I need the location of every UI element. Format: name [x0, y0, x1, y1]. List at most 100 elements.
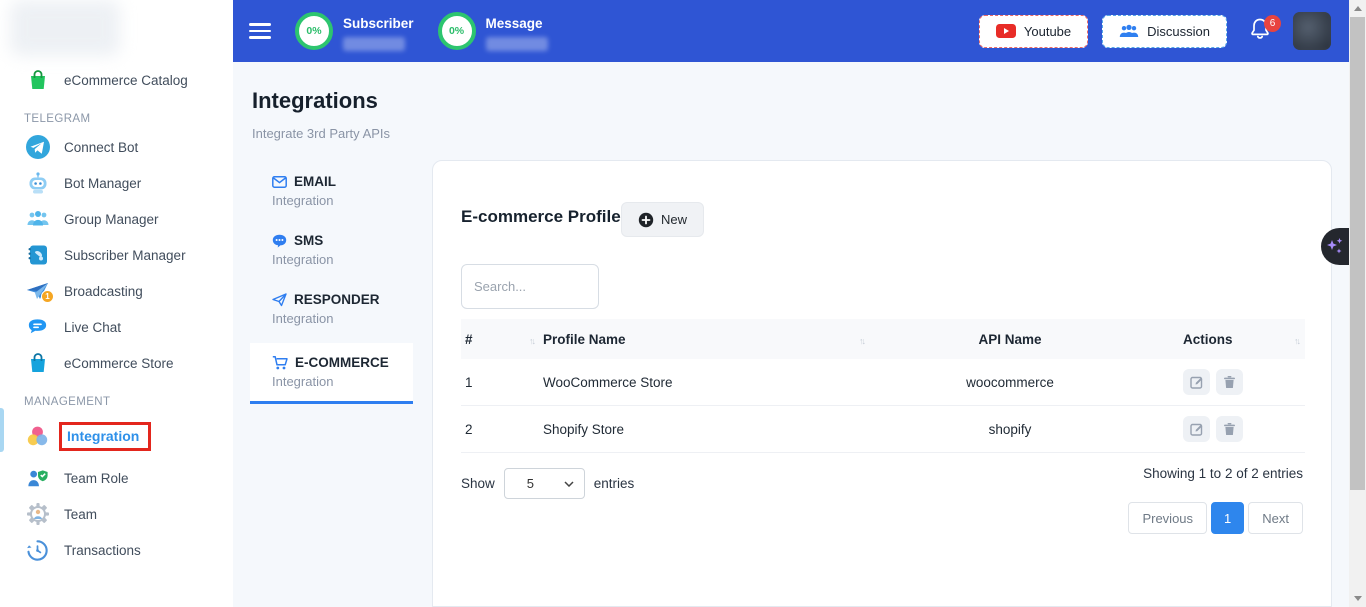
page-size-select[interactable]: 5	[504, 468, 585, 499]
sidebar-item-ecommerce-catalog[interactable]: eCommerce Catalog	[0, 62, 233, 98]
sidebar-item-ecommerce-store[interactable]: eCommerce Store	[0, 345, 233, 381]
sidebar-item-label: Subscriber Manager	[64, 248, 186, 263]
subscriber-stat-value-blurred	[343, 37, 405, 51]
subnav-subtitle: Integration	[272, 374, 413, 389]
subnav-responder-integration[interactable]: RESPONDER Integration	[250, 284, 413, 336]
sidebar-item-broadcasting[interactable]: 1 Broadcasting	[0, 273, 233, 309]
cart-icon	[272, 356, 288, 370]
sort-icon[interactable]: ↑↓	[859, 336, 870, 346]
panel-title: E-commerce Profile	[461, 207, 621, 227]
scroll-up-arrow[interactable]	[1349, 0, 1366, 17]
subnav-ecommerce-integration[interactable]: E-COMMERCE Integration	[250, 343, 413, 404]
integration-subnav: EMAIL Integration SMS Integration RESPON…	[250, 166, 413, 411]
discussion-button[interactable]: Discussion	[1102, 15, 1227, 48]
scroll-down-arrow[interactable]	[1349, 590, 1366, 607]
profile-name-cell: Shopify Store	[540, 422, 870, 437]
search-input[interactable]	[461, 264, 599, 309]
trash-icon	[1223, 422, 1236, 436]
youtube-icon	[996, 24, 1016, 38]
table-header-row: # ↑↓ Profile Name ↑↓ API Name Actions ↑↓	[461, 319, 1305, 359]
broadcast-plane-icon: 1	[24, 278, 51, 305]
sparkles-icon	[1325, 236, 1345, 258]
column-header-api-name[interactable]: API Name	[870, 332, 1150, 347]
show-label: Show	[461, 476, 495, 491]
sidebar-item-subscriber-manager[interactable]: Subscriber Manager	[0, 237, 233, 273]
page-size-control: Show 5 entries	[461, 468, 634, 499]
sidebar-item-team-role[interactable]: Team Role	[0, 460, 233, 496]
previous-page-button[interactable]: Previous	[1128, 502, 1207, 534]
store-bag-icon	[24, 350, 51, 377]
sort-icon[interactable]: ↑↓	[1294, 336, 1305, 346]
active-indicator	[0, 408, 4, 452]
app-logo	[10, 0, 120, 56]
subnav-title: SMS	[294, 233, 323, 248]
sidebar-item-transactions[interactable]: Transactions	[0, 532, 233, 568]
profile-name-cell: WooCommerce Store	[540, 375, 870, 390]
edit-pencil-icon	[1190, 422, 1204, 436]
clock-history-icon	[24, 537, 51, 564]
integration-circles-icon	[24, 423, 51, 450]
sidebar-item-label: Transactions	[64, 543, 141, 558]
message-stat-value-blurred	[486, 37, 548, 51]
sidebar-item-team[interactable]: Team	[0, 496, 233, 532]
sidebar-item-bot-manager[interactable]: Bot Manager	[0, 165, 233, 201]
vertical-scrollbar	[1349, 0, 1366, 607]
sidebar-item-label: Broadcasting	[64, 284, 143, 299]
sidebar-item-connect-bot[interactable]: Connect Bot	[0, 129, 233, 165]
person-shield-icon	[24, 465, 51, 492]
delete-button[interactable]	[1216, 416, 1243, 442]
annotation-highlight-box: Integration	[59, 422, 151, 451]
hamburger-menu-icon[interactable]	[249, 19, 271, 43]
next-page-button[interactable]: Next	[1248, 502, 1303, 534]
entries-summary: Showing 1 to 2 of 2 entries	[1143, 466, 1303, 481]
page-title: Integrations	[252, 88, 378, 114]
new-profile-button[interactable]: New	[621, 202, 704, 237]
subnav-title: E-COMMERCE	[295, 355, 389, 370]
notifications-button[interactable]: 6	[1249, 17, 1271, 46]
sidebar-item-integration[interactable]: Integration	[0, 412, 233, 460]
api-name-cell: woocommerce	[870, 375, 1150, 390]
subnav-title: RESPONDER	[294, 292, 380, 307]
page-subtitle: Integrate 3rd Party APIs	[252, 126, 390, 141]
ecommerce-profile-panel: E-commerce Profile New # ↑↓ Profile Name…	[432, 160, 1332, 607]
sidebar-item-label: Team	[64, 507, 97, 522]
subnav-sms-integration[interactable]: SMS Integration	[250, 225, 413, 277]
subscriber-stat: 0% Subscriber	[295, 12, 414, 51]
contact-book-icon	[24, 242, 51, 269]
edit-pencil-icon	[1190, 375, 1204, 389]
current-page-button[interactable]: 1	[1211, 502, 1244, 534]
sidebar-item-live-chat[interactable]: Live Chat	[0, 309, 233, 345]
youtube-button[interactable]: Youtube	[979, 15, 1088, 48]
notification-count-badge: 6	[1264, 15, 1281, 32]
delete-button[interactable]	[1216, 369, 1243, 395]
api-name-cell: shopify	[870, 422, 1150, 437]
page-size-value: 5	[527, 476, 534, 491]
subscriber-stat-label: Subscriber	[343, 16, 414, 31]
subscriber-progress-ring: 0%	[295, 12, 333, 50]
column-header-profile-name[interactable]: Profile Name	[543, 332, 626, 347]
scrollbar-thumb[interactable]	[1350, 17, 1365, 490]
table-row: 2 Shopify Store shopify	[461, 406, 1305, 453]
sidebar-item-label: Integration	[67, 428, 139, 444]
broadcasting-badge: 1	[41, 290, 54, 303]
discussion-group-icon	[1119, 24, 1139, 39]
row-number: 2	[461, 422, 540, 437]
sidebar: eCommerce Catalog TELEGRAM Connect Bot B…	[0, 0, 233, 607]
paper-plane-icon	[272, 293, 287, 307]
user-avatar[interactable]	[1293, 12, 1331, 50]
sidebar-item-group-manager[interactable]: Group Manager	[0, 201, 233, 237]
sidebar-item-label: Group Manager	[64, 212, 159, 227]
envelope-icon	[272, 176, 287, 188]
subnav-email-integration[interactable]: EMAIL Integration	[250, 166, 413, 218]
edit-button[interactable]	[1183, 416, 1210, 442]
trash-icon	[1223, 375, 1236, 389]
discussion-button-label: Discussion	[1147, 24, 1210, 39]
chat-bubble-icon	[24, 314, 51, 341]
group-icon	[24, 206, 51, 233]
edit-button[interactable]	[1183, 369, 1210, 395]
column-header-number[interactable]: #	[465, 332, 473, 347]
sort-icon[interactable]: ↑↓	[529, 336, 540, 346]
plus-circle-icon	[638, 212, 654, 228]
youtube-button-label: Youtube	[1024, 24, 1071, 39]
top-header: 0% Subscriber 0% Message Youtube Discuss…	[233, 0, 1349, 62]
